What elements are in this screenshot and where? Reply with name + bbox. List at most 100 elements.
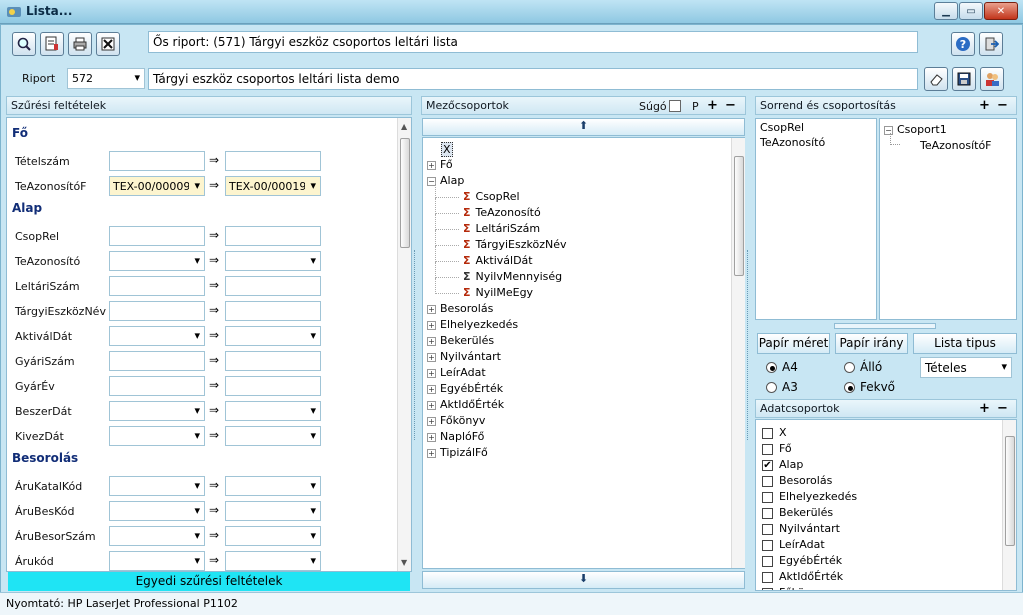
checkbox-empty-icon[interactable] bbox=[762, 539, 773, 551]
landscape-radio[interactable]: Fekvő bbox=[844, 380, 895, 394]
expand-icon[interactable]: + bbox=[427, 304, 436, 314]
users-button[interactable] bbox=[980, 67, 1004, 91]
tree-item[interactable]: Σ CsopRel bbox=[463, 190, 520, 203]
tree-item[interactable]: + Nyilvántart bbox=[427, 350, 501, 363]
close-button[interactable]: ✕ bbox=[984, 2, 1018, 20]
group-child-item[interactable]: TeAzonosítóF bbox=[920, 139, 992, 152]
tree-item[interactable]: + Besorolás bbox=[427, 302, 493, 315]
filter-to-input[interactable] bbox=[225, 151, 321, 171]
expand-icon[interactable]: + bbox=[427, 160, 436, 170]
maximize-button[interactable]: ▭ bbox=[959, 2, 983, 20]
checkbox-checked-icon[interactable]: ✔ bbox=[762, 459, 773, 471]
datagroup-item[interactable]: LeírAdat bbox=[762, 538, 825, 551]
filter-to-input[interactable]: TEX-00/00019 bbox=[225, 176, 321, 196]
filter-from-input[interactable] bbox=[109, 376, 205, 396]
datagroup-item[interactable]: Főkönyv bbox=[762, 586, 824, 590]
order-list-item[interactable]: TeAzonosító bbox=[760, 136, 825, 149]
filter-from-input[interactable] bbox=[109, 326, 205, 346]
order-list-item[interactable]: CsopRel bbox=[760, 121, 804, 134]
expand-all-icon[interactable]: + bbox=[707, 98, 718, 113]
checkbox-empty-icon[interactable] bbox=[762, 507, 773, 519]
filter-to-input[interactable] bbox=[225, 301, 321, 321]
datagroups-remove-icon[interactable]: − bbox=[997, 401, 1008, 416]
checkbox-empty-icon[interactable] bbox=[762, 475, 773, 487]
exit-button[interactable] bbox=[979, 32, 1003, 56]
scroll-up-icon[interactable]: ▲ bbox=[401, 122, 407, 131]
list-type-select[interactable]: Tételes bbox=[920, 357, 1012, 378]
tree-item[interactable]: + Főkönyv bbox=[427, 414, 485, 427]
filter-to-input[interactable] bbox=[225, 526, 321, 546]
riport-number-select[interactable]: 572 bbox=[67, 68, 145, 89]
tree-item[interactable]: X bbox=[441, 142, 453, 157]
tree-item[interactable]: Σ NyilMeEgy bbox=[463, 286, 533, 299]
tree-item[interactable]: + EgyébÉrték bbox=[427, 382, 503, 395]
checkbox-empty-icon[interactable] bbox=[762, 427, 773, 439]
expand-icon[interactable]: + bbox=[427, 416, 436, 426]
tree-item[interactable]: + NaplóFő bbox=[427, 430, 484, 443]
datagroups-scrollbar[interactable] bbox=[1002, 420, 1016, 590]
preview-button[interactable] bbox=[12, 32, 36, 56]
filter-from-input[interactable] bbox=[109, 426, 205, 446]
filters-scrollbar[interactable]: ▲ ▼ bbox=[397, 118, 411, 571]
datagroup-item[interactable]: Nyilvántart bbox=[762, 522, 840, 535]
checkbox-empty-icon[interactable] bbox=[762, 571, 773, 583]
tree-item[interactable]: + Bekerülés bbox=[427, 334, 494, 347]
expand-icon[interactable]: + bbox=[427, 352, 436, 362]
expand-icon[interactable]: + bbox=[427, 320, 436, 330]
ordering-splitter[interactable] bbox=[834, 323, 936, 329]
tree-item[interactable]: Σ LeltáriSzám bbox=[463, 222, 540, 235]
checkbox-empty-icon[interactable] bbox=[762, 443, 773, 455]
filters-scroll-thumb[interactable] bbox=[400, 138, 410, 248]
filter-from-input[interactable]: TEX-00/00009 bbox=[109, 176, 205, 196]
tree-item[interactable]: Σ NyilvMennyiség bbox=[463, 270, 562, 283]
filter-to-input[interactable] bbox=[225, 251, 321, 271]
portrait-radio[interactable]: Álló bbox=[844, 360, 882, 374]
datagroups-scroll-thumb[interactable] bbox=[1005, 436, 1015, 546]
tree-item[interactable]: + Fő bbox=[427, 158, 453, 171]
right-splitter[interactable] bbox=[747, 250, 753, 440]
custom-filters-button[interactable]: Egyedi szűrési feltételek bbox=[8, 572, 410, 591]
filter-from-input[interactable] bbox=[109, 251, 205, 271]
filter-from-input[interactable] bbox=[109, 351, 205, 371]
filter-to-input[interactable] bbox=[225, 551, 321, 571]
checkbox-empty-icon[interactable] bbox=[762, 491, 773, 503]
checkbox-empty-icon[interactable] bbox=[762, 555, 773, 567]
move-down-button[interactable]: ⬇ bbox=[422, 571, 745, 589]
expand-icon[interactable]: + bbox=[427, 384, 436, 394]
tree-item[interactable]: + AktIdőÉrték bbox=[427, 398, 504, 411]
filter-to-input[interactable] bbox=[225, 326, 321, 346]
filter-from-input[interactable] bbox=[109, 226, 205, 246]
report-edit-button[interactable] bbox=[40, 32, 64, 56]
paper-a4-radio[interactable]: A4 bbox=[766, 360, 798, 374]
minimize-button[interactable]: ▁ bbox=[934, 2, 958, 20]
filter-from-input[interactable] bbox=[109, 551, 205, 571]
datagroup-item[interactable]: ✔ Alap bbox=[762, 458, 803, 471]
datagroup-item[interactable]: EgyébÉrték bbox=[762, 554, 842, 567]
datagroup-item[interactable]: Elhelyezkedés bbox=[762, 490, 857, 503]
ordering-add-icon[interactable]: + bbox=[979, 98, 990, 113]
checkbox-empty-icon[interactable] bbox=[762, 523, 773, 535]
filter-to-input[interactable] bbox=[225, 226, 321, 246]
tree-item[interactable]: + LeírAdat bbox=[427, 366, 486, 379]
filter-from-input[interactable] bbox=[109, 276, 205, 296]
print-button[interactable] bbox=[68, 32, 92, 56]
filter-to-input[interactable] bbox=[225, 401, 321, 421]
filter-to-input[interactable] bbox=[225, 276, 321, 296]
checkbox-empty-icon[interactable] bbox=[762, 587, 773, 590]
datagroups-add-icon[interactable]: + bbox=[979, 401, 990, 416]
tree-item[interactable]: + Elhelyezkedés bbox=[427, 318, 518, 331]
filter-from-input[interactable] bbox=[109, 151, 205, 171]
help-checkbox[interactable] bbox=[669, 100, 681, 112]
expand-icon[interactable]: + bbox=[427, 336, 436, 346]
filter-to-input[interactable] bbox=[225, 501, 321, 521]
filter-from-input[interactable] bbox=[109, 501, 205, 521]
datagroup-item[interactable]: Fő bbox=[762, 442, 792, 455]
filter-to-input[interactable] bbox=[225, 426, 321, 446]
tree-item[interactable]: Σ TeAzonosító bbox=[463, 206, 541, 219]
save-button[interactable] bbox=[952, 67, 976, 91]
help-button[interactable]: ? bbox=[951, 32, 975, 56]
riport-name-field[interactable]: Tárgyi eszköz csoportos leltári lista de… bbox=[148, 68, 918, 90]
filter-to-input[interactable] bbox=[225, 376, 321, 396]
expand-icon[interactable]: + bbox=[427, 432, 436, 442]
datagroup-item[interactable]: Besorolás bbox=[762, 474, 832, 487]
